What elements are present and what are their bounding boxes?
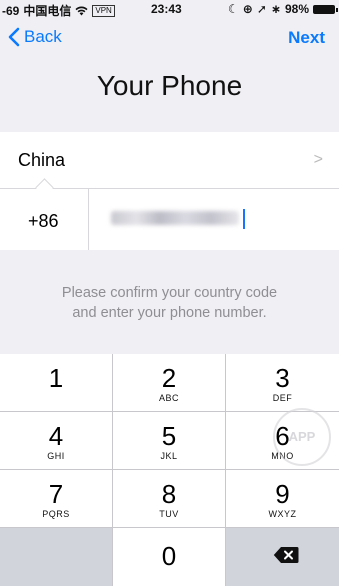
key-4[interactable]: 4 GHI <box>0 412 113 470</box>
next-button[interactable]: Next <box>288 28 325 48</box>
key-digit: 2 <box>161 363 177 393</box>
backspace-icon <box>273 547 299 563</box>
phone-entry-card: China > +86 <box>0 132 339 250</box>
chevron-right-icon: > <box>313 151 323 168</box>
wifi-icon <box>75 6 88 15</box>
key-digit: 8 <box>161 479 177 509</box>
phone-row: +86 <box>0 189 339 250</box>
key-2[interactable]: 2 ABC <box>113 354 226 412</box>
key-letters: DEF <box>272 393 293 403</box>
key-9[interactable]: 9 WXYZ <box>226 470 339 528</box>
country-name: China <box>18 150 66 170</box>
key-letters: TUV <box>159 509 179 519</box>
blurred-phone-number <box>111 211 239 225</box>
signal-strength: -69 <box>2 3 20 18</box>
key-blank <box>0 528 113 586</box>
vpn-badge: VPN <box>92 4 115 17</box>
key-8[interactable]: 8 TUV <box>113 470 226 528</box>
navigation-bar: Back Next <box>0 20 339 56</box>
battery-percent: 98% <box>284 2 309 16</box>
back-button[interactable]: Back <box>8 27 62 47</box>
key-1[interactable]: 1 <box>0 354 113 412</box>
carrier-name: 中国电信 <box>23 4 72 18</box>
country-code: +86 <box>28 211 59 231</box>
key-digit: 7 <box>48 479 64 509</box>
back-label: Back <box>24 27 62 46</box>
country-selector[interactable]: China > <box>0 132 339 189</box>
numeric-keypad: 1 2 ABC 3 DEF 4 GHI 5 JKL 6 MNO 7 PQRS 8… <box>0 354 339 586</box>
key-0[interactable]: 0 <box>113 528 226 586</box>
chevron-left-icon <box>8 27 20 47</box>
status-right: ☾ ⊕ ➚ ∗ 98% <box>228 2 338 16</box>
key-digit: 3 <box>275 363 290 393</box>
key-7[interactable]: 7 PQRS <box>0 470 113 528</box>
country-code-field[interactable]: +86 <box>0 189 89 250</box>
battery-icon <box>313 4 338 14</box>
phone-number-input[interactable] <box>89 189 339 250</box>
key-letters: WXYZ <box>268 509 297 519</box>
hint-text: Please confirm your country code and ent… <box>0 283 339 323</box>
key-digit: 5 <box>161 421 177 451</box>
key-letters: GHI <box>47 451 65 461</box>
key-5[interactable]: 5 JKL <box>113 412 226 470</box>
hint-line-1: Please confirm your country code <box>61 285 278 301</box>
bluetooth-icon: ∗ <box>270 2 281 16</box>
status-left: -69 中国电信 VPN <box>2 2 115 19</box>
delete-key[interactable] <box>226 528 339 586</box>
page-title: Your Phone <box>96 70 243 101</box>
app-watermark: APP <box>273 408 331 466</box>
status-time: 23:43 <box>151 2 182 16</box>
status-bar: -69 中国电信 VPN 23:43 ☾ ⊕ ➚ ∗ 98% <box>0 0 339 20</box>
moon-icon: ☾ <box>228 2 239 16</box>
hint-line-2: and enter your phone number. <box>72 305 267 321</box>
key-digit: 9 <box>275 479 290 509</box>
key-digit: 1 <box>48 363 64 393</box>
key-letters: JKL <box>160 451 178 461</box>
location-icon: ➚ <box>256 2 267 16</box>
key-digit: 0 <box>161 541 177 571</box>
key-letters: ABC <box>158 393 179 403</box>
text-cursor <box>243 209 245 229</box>
key-letters: PQRS <box>42 509 70 519</box>
key-3[interactable]: 3 DEF <box>226 354 339 412</box>
lock-rotation-icon: ⊕ <box>242 2 253 16</box>
key-digit: 4 <box>48 421 64 451</box>
